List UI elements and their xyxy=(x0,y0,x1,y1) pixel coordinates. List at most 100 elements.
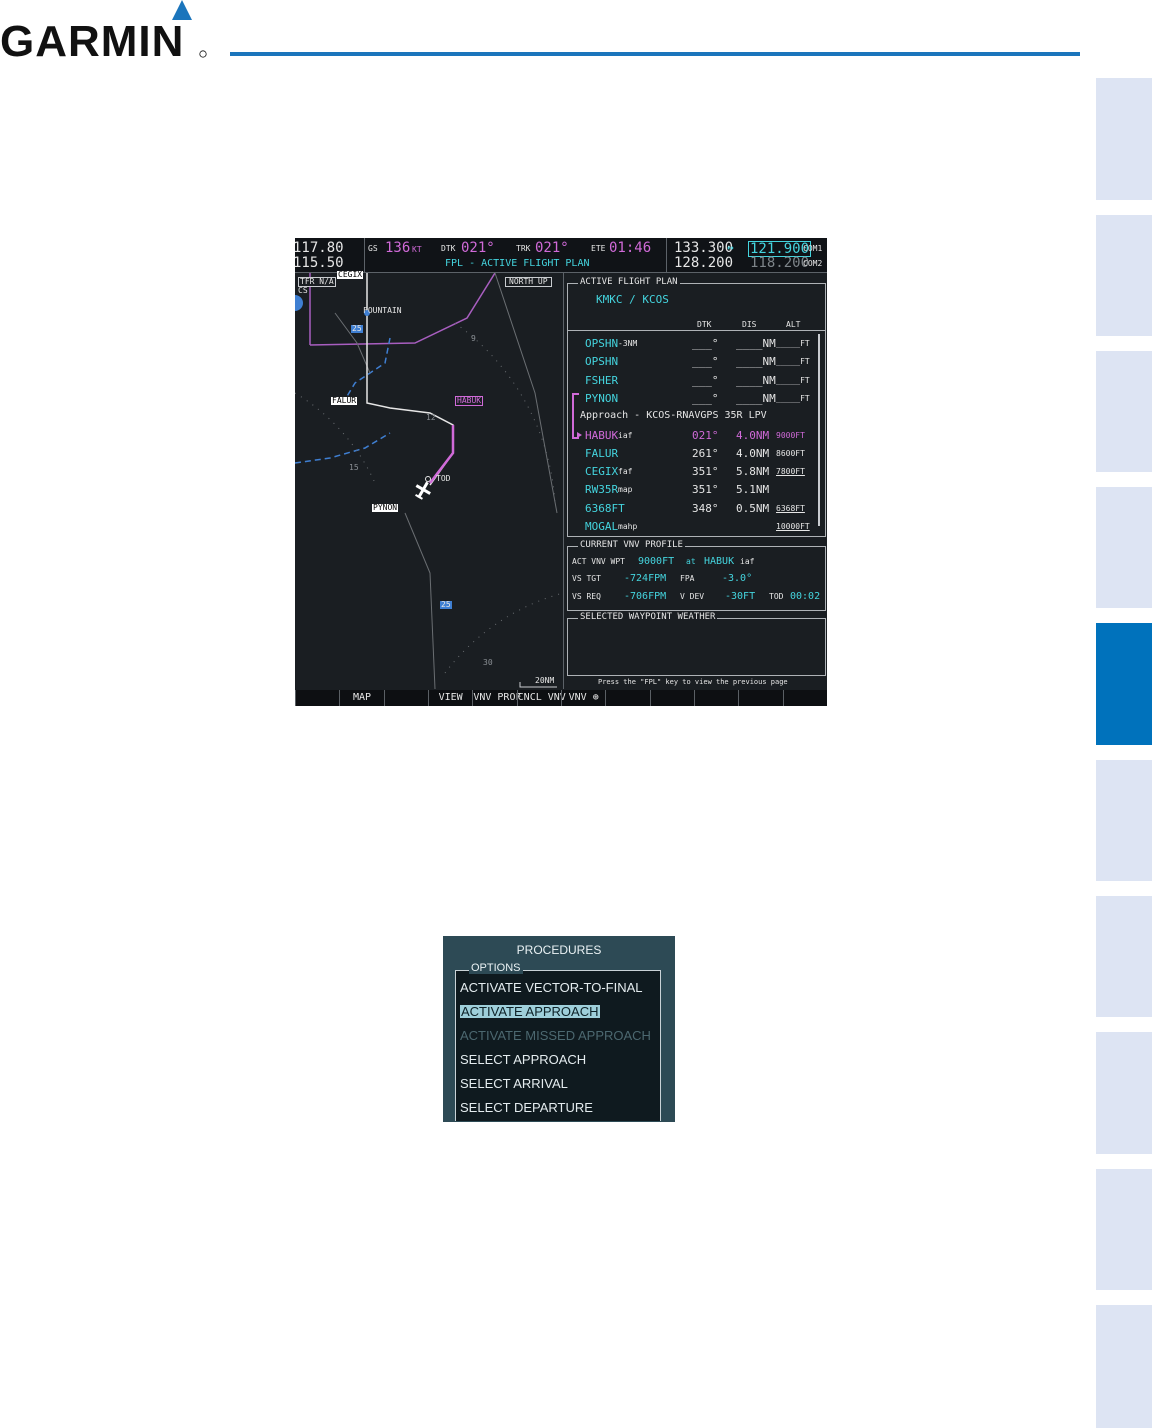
compass-12: 12 xyxy=(426,413,436,422)
fpl-dtk: 021° xyxy=(692,428,719,442)
softkey-9[interactable] xyxy=(649,690,694,706)
com1-active[interactable]: 133.300 xyxy=(674,241,733,255)
side-tab-1[interactable] xyxy=(1096,78,1152,200)
vnv-title: CURRENT VNV PROFILE xyxy=(578,540,685,550)
vs-req-value: -706FPM xyxy=(624,591,667,602)
trk-label: TRK xyxy=(516,244,531,253)
softkey-2[interactable]: MAP xyxy=(339,690,383,706)
compass-30: 30 xyxy=(483,658,493,667)
vdev-value: -30FT xyxy=(725,591,756,602)
col-dtk: DTK xyxy=(697,320,712,329)
waypoint-weather-panel: SELECTED WAYPOINT WEATHER xyxy=(567,613,826,676)
town-fountain: FOUNTAIN xyxy=(363,306,402,315)
fpl-row[interactable]: HABUK iaf 021° 4.0NM 9000FT xyxy=(568,430,827,446)
fpl-waypoint-suffix: map xyxy=(618,485,633,495)
navigation-map[interactable]: TFR N/A CS NORTH UP CEGIX FOUNTAIN 25 FA… xyxy=(295,271,564,690)
fpl-dis: 0.5NM xyxy=(736,501,770,515)
side-tab-7[interactable] xyxy=(1096,896,1152,1017)
nav-freq-1[interactable]: 117.80 xyxy=(295,241,344,255)
col-dis: DIS xyxy=(742,320,757,329)
fpl-dtk: ___° xyxy=(692,373,719,387)
fpl-dis: 4.0NM xyxy=(736,446,770,460)
vs-tgt-label: VS TGT xyxy=(572,574,601,583)
header-rule xyxy=(230,52,1080,56)
com2-standby[interactable]: 118.200 xyxy=(750,256,809,270)
fpl-dis: ____NM xyxy=(736,337,776,350)
side-tab-5-active[interactable] xyxy=(1096,623,1152,745)
compass-15: 15 xyxy=(349,463,359,472)
tod-label-vnv: TOD xyxy=(769,592,784,601)
com2-label: COM2 xyxy=(803,259,823,268)
com1-label: COM1 xyxy=(803,244,823,253)
softkey-3[interactable] xyxy=(383,690,428,706)
vnv-act-label: ACT VNV WPT xyxy=(572,557,625,566)
softkey-1[interactable] xyxy=(295,690,339,706)
fpl-dis: ____NM xyxy=(736,355,776,369)
fpl-row[interactable]: PYNON ___° ____NM _____FT xyxy=(568,393,827,409)
fpl-row[interactable]: RW35R map 351° 5.1NM xyxy=(568,484,827,500)
fpl-dis: 4.0NM xyxy=(736,428,770,442)
side-tab-4[interactable] xyxy=(1096,487,1152,608)
vnv-act-alt: 9000FT xyxy=(638,556,675,567)
fpl-row[interactable]: FALUR 261° 4.0NM 8600FT xyxy=(568,448,827,464)
fpl-dis: 5.1NM xyxy=(736,483,770,497)
vs-tgt-value: -724FPM xyxy=(624,573,667,584)
fpl-waypoint: OPSHN xyxy=(585,355,619,369)
softkey-7[interactable]: VNV ⊕ xyxy=(561,690,605,706)
waypoint-habuk[interactable]: HABUK xyxy=(455,396,484,406)
waypoint-pynon[interactable]: PYNON xyxy=(372,504,399,512)
softkey-8[interactable] xyxy=(605,690,649,706)
side-tab-8[interactable] xyxy=(1096,1032,1152,1154)
active-flight-plan-panel[interactable]: ACTIVE FLIGHT PLAN KMKC / KCOS DTK DIS A… xyxy=(567,278,827,537)
fpl-row[interactable]: FSHER ___° ____NM _____FT xyxy=(568,375,827,391)
fpl-row[interactable]: OPSHN ___° ____NM _____FT xyxy=(568,356,827,372)
fpl-alt: _____FT xyxy=(776,393,810,403)
fpl-waypoint-suffix: -3NM xyxy=(618,339,638,348)
fpl-dtk: 351° xyxy=(692,465,719,479)
vs-req-label: VS REQ xyxy=(572,592,601,601)
nav-freq-2[interactable]: 115.50 xyxy=(295,256,344,270)
highway-25: 25 xyxy=(351,324,363,333)
fpl-alt: 7800FT xyxy=(776,467,805,477)
side-tab-10[interactable] xyxy=(1096,1305,1152,1428)
waypoint-cegix[interactable]: CEGIX xyxy=(337,271,364,279)
fpl-dtk: ___° xyxy=(692,355,719,369)
map-range[interactable]: 20NM xyxy=(535,677,554,685)
procedures-title: PROCEDURES xyxy=(516,943,602,957)
softkey-11[interactable] xyxy=(738,690,782,706)
north-up-label[interactable]: NORTH UP xyxy=(505,277,552,287)
vdev-label: V DEV xyxy=(680,592,705,601)
fpl-row[interactable]: MOGAL mahp 10000FT xyxy=(568,521,827,537)
weather-title: SELECTED WAYPOINT WEATHER xyxy=(578,612,718,622)
fpl-row[interactable]: 6368FT 348° 0.5NM 6368FT xyxy=(568,503,827,519)
side-tab-6[interactable] xyxy=(1096,760,1152,881)
fpl-waypoint: MOGAL xyxy=(585,520,619,533)
procedure-option[interactable]: SELECT APPROACH xyxy=(460,1053,586,1066)
procedure-option[interactable]: ACTIVATE VECTOR-TO-FINAL xyxy=(460,981,643,994)
fpa-label: FPA xyxy=(680,574,695,583)
fpl-row[interactable]: Approach - KCOS-RNAVGPS 35R LPV xyxy=(568,411,827,427)
procedure-option[interactable]: ACTIVATE APPROACH xyxy=(460,1005,600,1018)
softkey-10[interactable] xyxy=(694,690,738,706)
procedure-option[interactable]: SELECT ARRIVAL xyxy=(460,1077,568,1090)
waypoint-falur[interactable]: FALUR xyxy=(331,397,358,405)
ete-value: 01:46 xyxy=(609,240,652,256)
softkey-6[interactable]: CNCL VNV xyxy=(516,690,566,706)
side-tab-3[interactable] xyxy=(1096,351,1152,472)
com2-active[interactable]: 128.200 xyxy=(674,256,733,270)
fpl-dtk: ___° xyxy=(692,391,719,405)
fpl-row[interactable]: CEGIX faf 351° 5.8NM 7800FT xyxy=(568,466,827,482)
procedures-window: PROCEDURES OPTIONS ACTIVATE VECTOR-TO-FI… xyxy=(443,936,675,1122)
approach-bracket xyxy=(572,393,579,439)
fpl-waypoint: RW35R xyxy=(585,483,619,497)
fpl-row[interactable]: OPSHN -3NM ___° ____NM _____FT xyxy=(568,338,827,354)
side-tab-2[interactable] xyxy=(1096,215,1152,336)
softkey-5[interactable]: VNV PROF xyxy=(472,690,522,706)
side-tab-9[interactable] xyxy=(1096,1169,1152,1290)
procedure-option[interactable]: SELECT DEPARTURE xyxy=(460,1101,593,1114)
softkey-12[interactable] xyxy=(782,690,827,706)
fpl-waypoint: HABUK xyxy=(585,428,619,442)
logo-wordmark: GARMIN xyxy=(0,17,184,66)
softkey-4[interactable]: VIEW xyxy=(428,690,472,706)
fpl-scrollbar[interactable] xyxy=(818,334,820,526)
